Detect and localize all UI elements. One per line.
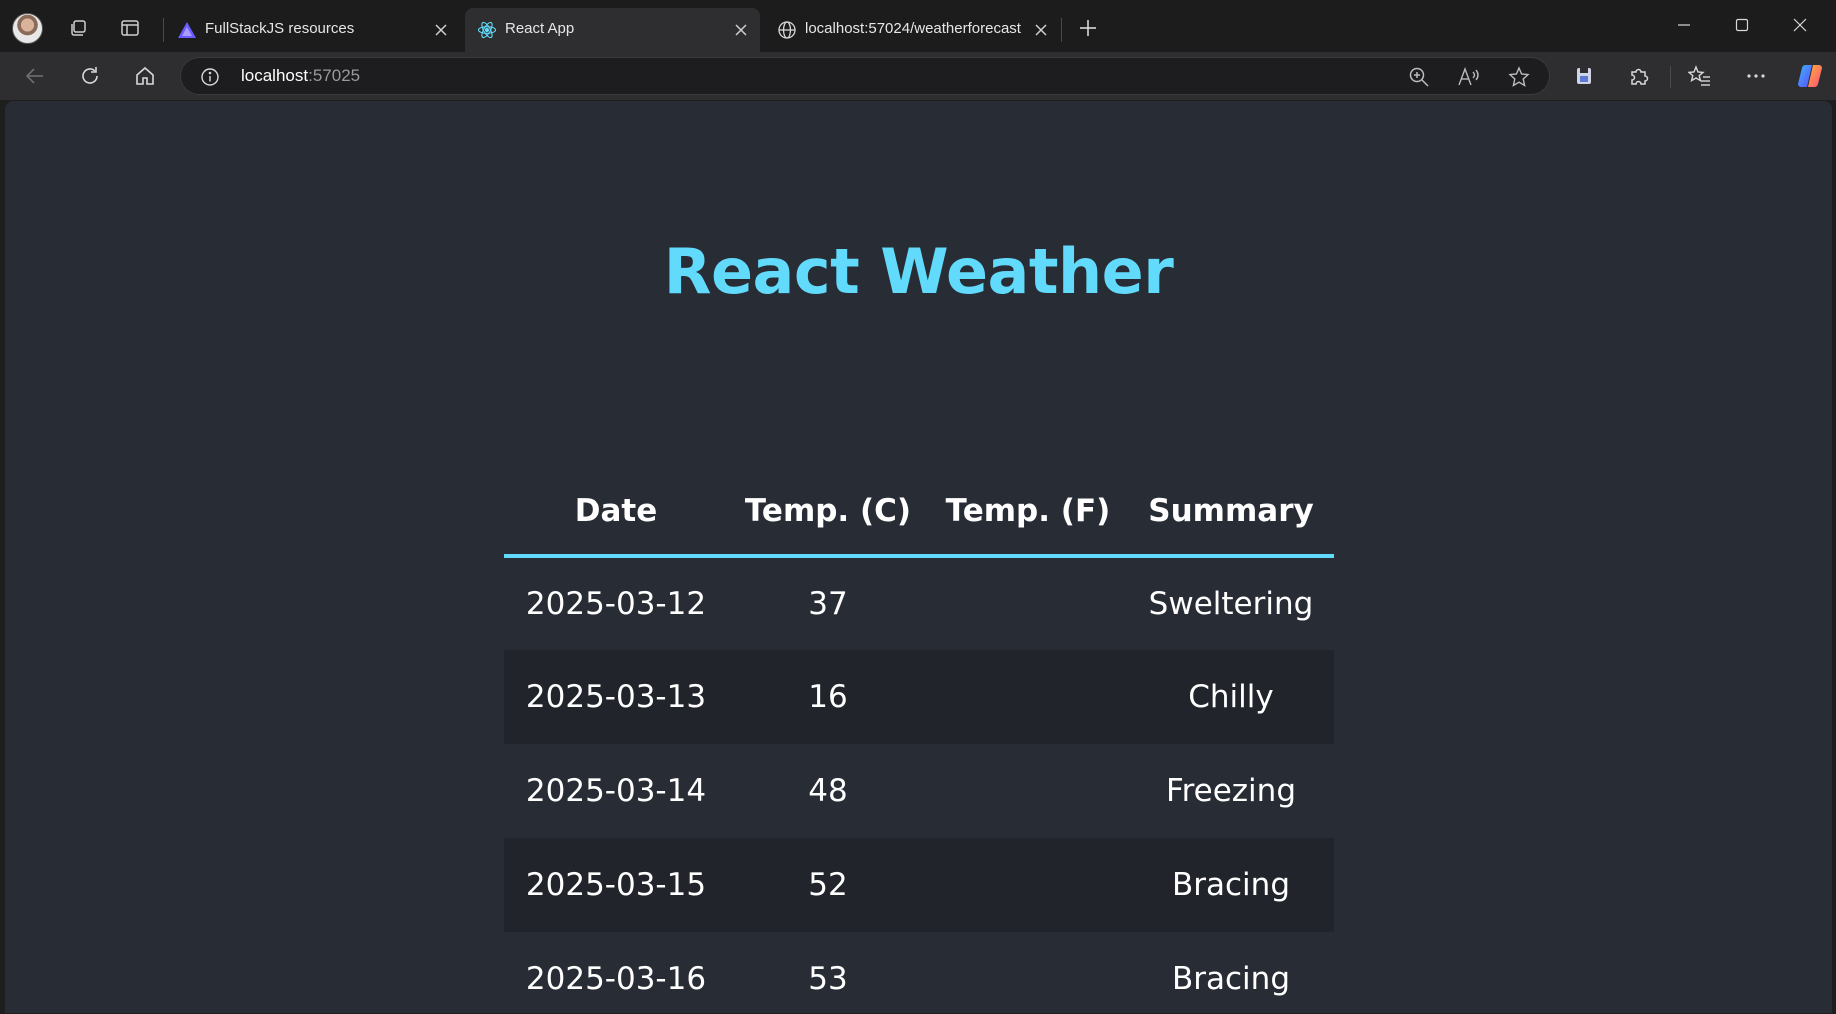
page-title: React Weather xyxy=(663,235,1174,308)
url-port: :57025 xyxy=(308,66,361,85)
profile-avatar[interactable] xyxy=(12,13,43,44)
tab-strip: FullStackJS resources React App localhos… xyxy=(0,0,1836,52)
close-window-button[interactable] xyxy=(1782,10,1818,40)
favorite-button[interactable] xyxy=(1507,65,1531,89)
copilot-button[interactable] xyxy=(1792,58,1828,94)
plus-icon xyxy=(1080,20,1096,36)
close-icon xyxy=(435,24,447,36)
puzzle-icon xyxy=(1631,68,1649,85)
cell-temp-f xyxy=(928,744,1128,838)
cell-temp-c: 53 xyxy=(808,961,848,997)
close-icon xyxy=(1035,24,1047,36)
site-info-button[interactable] xyxy=(199,66,221,88)
close-icon xyxy=(735,24,747,36)
cell-temp-f xyxy=(928,932,1128,1013)
more-icon xyxy=(1747,74,1765,78)
save-page-icon xyxy=(1577,68,1591,84)
back-button[interactable] xyxy=(17,58,53,94)
tab-title: localhost:57024/weatherforecast xyxy=(805,20,1021,37)
table-row: 2025-03-12 37 Sweltering xyxy=(504,556,1334,650)
favorites-list-icon xyxy=(1688,65,1710,86)
table-header-row: Date Temp. (C) Temp. (F) Summary xyxy=(504,468,1334,558)
table-row: 2025-03-16 53 Bracing xyxy=(504,932,1334,1013)
tab-fullstackjs[interactable]: FullStackJS resources xyxy=(165,8,460,52)
home-icon xyxy=(136,66,154,85)
cell-temp-f xyxy=(928,556,1128,650)
tab-divider xyxy=(1061,18,1062,42)
settings-and-more-button[interactable] xyxy=(1738,58,1774,94)
maximize-icon xyxy=(1735,18,1749,32)
cell-summary: Freezing xyxy=(1166,773,1296,809)
minimize-button[interactable] xyxy=(1666,10,1702,40)
cell-date: 2025-03-16 xyxy=(525,961,707,997)
cell-temp-f xyxy=(928,650,1128,744)
toolbar-divider xyxy=(1670,66,1671,88)
address-bar[interactable]: localhost:57025 xyxy=(180,57,1550,95)
read-aloud-button[interactable] xyxy=(1457,65,1481,89)
column-header-summary: Summary xyxy=(1128,468,1334,558)
table-row: 2025-03-14 48 Freezing xyxy=(504,744,1334,838)
collections-button[interactable] xyxy=(1566,58,1602,94)
home-button[interactable] xyxy=(127,58,163,94)
tab-title: React App xyxy=(505,20,575,37)
tab-title: FullStackJS resources xyxy=(205,20,355,37)
triangle-logo-icon xyxy=(177,20,197,40)
favorites-button[interactable] xyxy=(1682,58,1718,94)
url-text[interactable]: localhost:57025 xyxy=(241,66,360,86)
workspaces-icon xyxy=(71,20,86,36)
table-row: 2025-03-13 16 Chilly xyxy=(504,650,1334,744)
cell-temp-c: 16 xyxy=(728,650,928,744)
vertical-tabs-button[interactable] xyxy=(112,10,148,46)
globe-icon xyxy=(777,20,797,40)
tab-actions-icon xyxy=(121,20,139,36)
column-header-temp-c: Temp. (C) xyxy=(728,468,928,558)
zoom-button[interactable] xyxy=(1407,65,1431,89)
workspaces-button[interactable] xyxy=(60,10,96,46)
read-aloud-icon xyxy=(1458,67,1479,86)
forecast-table: Date Temp. (C) Temp. (F) Summary 2025-03… xyxy=(504,468,1334,1013)
tab-close-button[interactable] xyxy=(1030,19,1052,41)
cell-date: 2025-03-13 xyxy=(504,650,728,744)
cell-temp-c: 37 xyxy=(808,586,848,622)
tab-weatherforecast[interactable]: localhost:57024/weatherforecast xyxy=(765,8,1060,52)
cell-summary: Bracing xyxy=(1172,961,1290,997)
column-header-temp-f: Temp. (F) xyxy=(928,468,1128,558)
cell-temp-c: 48 xyxy=(808,773,848,809)
refresh-icon xyxy=(82,67,98,84)
cell-temp-f xyxy=(928,838,1128,932)
cell-summary: Sweltering xyxy=(1148,586,1314,622)
maximize-button[interactable] xyxy=(1724,10,1760,40)
close-icon xyxy=(1793,18,1807,32)
column-header-date: Date xyxy=(504,468,728,558)
cell-date: 2025-03-15 xyxy=(504,838,728,932)
url-host: localhost xyxy=(241,66,309,85)
react-logo-icon xyxy=(477,20,497,40)
tab-close-button[interactable] xyxy=(430,19,452,41)
cell-date: 2025-03-12 xyxy=(525,586,707,622)
cell-summary: Chilly xyxy=(1128,650,1334,744)
minimize-icon xyxy=(1678,24,1690,26)
extensions-button[interactable] xyxy=(1621,58,1657,94)
arrow-left-icon xyxy=(25,68,43,84)
cell-date: 2025-03-14 xyxy=(525,773,707,809)
browser-toolbar: localhost:57025 xyxy=(0,52,1836,100)
tab-react-app[interactable]: React App xyxy=(465,8,760,52)
browser-window: FullStackJS resources React App localhos… xyxy=(0,0,1836,1014)
star-icon xyxy=(1508,66,1530,87)
tab-divider xyxy=(163,18,164,42)
cell-summary: Bracing xyxy=(1128,838,1334,932)
tab-close-button[interactable] xyxy=(730,19,752,41)
refresh-button[interactable] xyxy=(72,58,108,94)
copilot-icon xyxy=(1798,65,1822,87)
new-tab-button[interactable] xyxy=(1070,10,1106,46)
page-viewport: React Weather Date Temp. (C) Temp. (F) S… xyxy=(5,101,1832,1013)
zoom-in-icon xyxy=(1409,67,1429,87)
window-controls xyxy=(1656,0,1836,52)
cell-temp-c: 52 xyxy=(728,838,928,932)
info-icon xyxy=(201,68,219,86)
table-row: 2025-03-15 52 Bracing xyxy=(504,838,1334,932)
